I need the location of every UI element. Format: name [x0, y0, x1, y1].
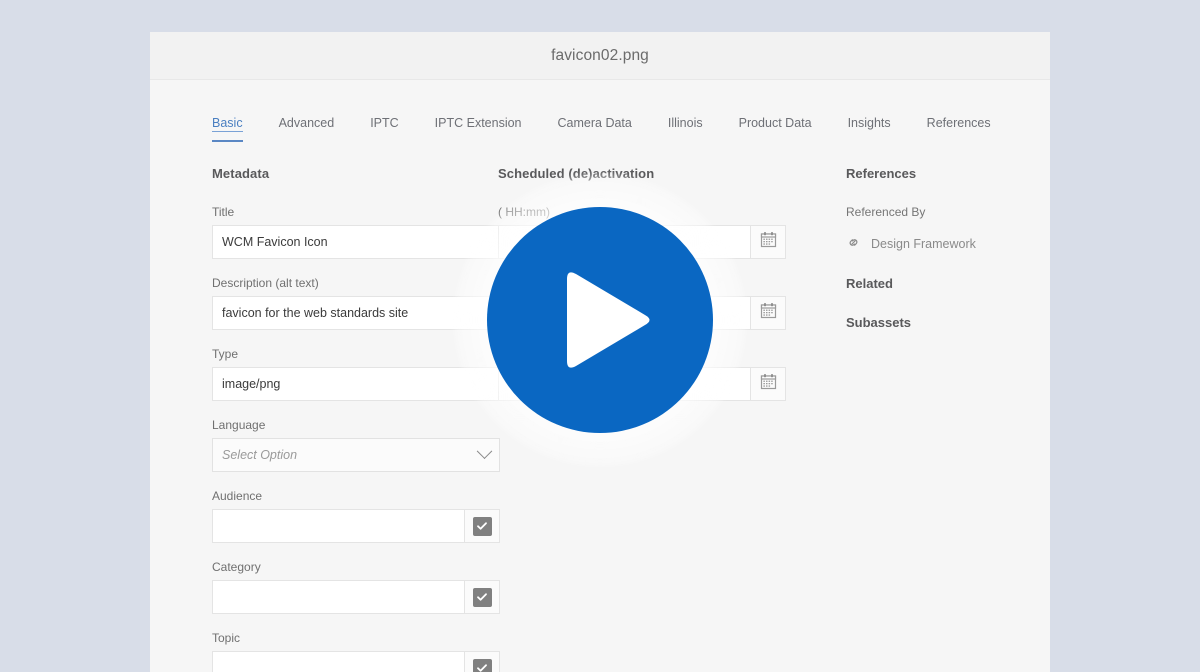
topic-picker-button[interactable]	[464, 651, 500, 672]
field-category: Category	[212, 560, 500, 614]
audience-input[interactable]	[212, 509, 464, 543]
tab-references[interactable]: References	[909, 116, 1009, 142]
subassets-section-title: Subassets	[846, 315, 912, 330]
references-column: References Referenced By Design Framewor…	[846, 166, 1050, 672]
off-time-calendar-button[interactable]	[750, 296, 786, 330]
references-section-title: References	[846, 166, 917, 181]
audience-label: Audience	[212, 489, 263, 503]
field-topic: Topic	[212, 631, 500, 672]
tab-basic[interactable]: Basic	[212, 116, 261, 142]
tab-iptc-extension-label: IPTC Extension	[434, 116, 522, 130]
referenced-by-label: Referenced By	[846, 205, 926, 219]
calendar-icon	[760, 231, 777, 253]
tab-advanced-label: Advanced	[278, 116, 335, 130]
video-play-overlay[interactable]	[450, 170, 750, 470]
topic-input[interactable]	[212, 651, 464, 672]
card-header: favicon02.png	[150, 32, 1050, 80]
category-label: Category	[212, 560, 261, 574]
language-placeholder: Select Option	[222, 448, 298, 462]
checkbox-checked-icon	[472, 587, 492, 607]
third-date-calendar-button[interactable]	[750, 367, 786, 401]
subassets-block: Subassets	[846, 315, 1050, 330]
topic-group	[212, 651, 500, 672]
tab-product-data-label: Product Data	[738, 116, 812, 130]
tab-iptc[interactable]: IPTC	[352, 116, 416, 142]
link-icon	[846, 235, 861, 253]
tab-iptc-extension[interactable]: IPTC Extension	[417, 116, 540, 142]
audience-group	[212, 509, 500, 543]
audience-picker-button[interactable]	[464, 509, 500, 543]
metadata-column: Metadata Title WCM Favicon Icon Descript…	[150, 166, 500, 672]
tab-bar: Basic Advanced IPTC IPTC Extension Camer…	[150, 80, 1050, 142]
referenced-by-item[interactable]: Design Framework	[846, 235, 1050, 253]
field-audience: Audience	[212, 489, 500, 543]
calendar-icon	[760, 302, 777, 324]
checkbox-checked-icon	[472, 516, 492, 536]
category-input[interactable]	[212, 580, 464, 614]
on-time-calendar-button[interactable]	[750, 225, 786, 259]
tab-camera-data[interactable]: Camera Data	[540, 116, 650, 142]
related-section-title: Related	[846, 276, 893, 291]
tab-basic-label: Basic	[212, 116, 243, 132]
topic-label: Topic	[212, 631, 241, 645]
related-block: Related	[846, 276, 1050, 291]
page-title: favicon02.png	[551, 46, 649, 64]
tab-advanced[interactable]: Advanced	[261, 116, 353, 142]
category-picker-button[interactable]	[464, 580, 500, 614]
tab-insights-label: Insights	[847, 116, 891, 130]
tab-iptc-label: IPTC	[370, 116, 399, 130]
play-button[interactable]	[487, 207, 713, 433]
tab-product-data[interactable]: Product Data	[721, 116, 830, 142]
checkbox-checked-icon	[472, 658, 492, 672]
tab-references-label: References	[926, 116, 991, 130]
tab-camera-data-label: Camera Data	[557, 116, 632, 130]
play-icon	[545, 265, 655, 375]
category-group	[212, 580, 500, 614]
referenced-by-item-label: Design Framework	[871, 237, 976, 251]
tab-insights[interactable]: Insights	[830, 116, 909, 142]
tab-illinois[interactable]: Illinois	[650, 116, 721, 142]
calendar-icon	[760, 373, 777, 395]
tab-illinois-label: Illinois	[667, 116, 703, 130]
